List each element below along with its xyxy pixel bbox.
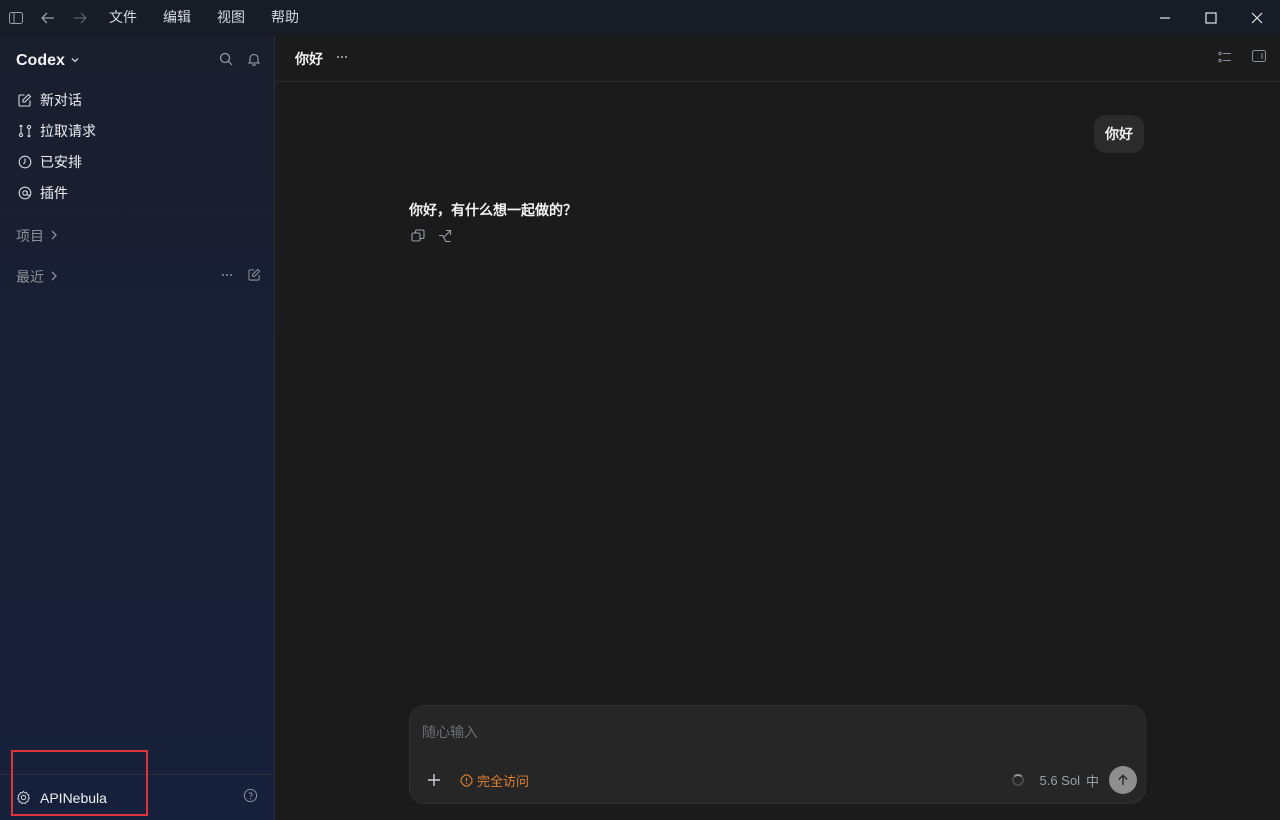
main-panel: 你好 你好 你好，有什么想一起做的？ 随心输入 完全访问 5.6 Sol 中 <box>275 36 1280 820</box>
menu-help[interactable]: 帮助 <box>258 0 312 36</box>
chevron-right-icon <box>50 228 58 244</box>
pull-request-icon <box>17 123 33 139</box>
sidebar-item-plugins[interactable]: 插件 <box>8 177 266 208</box>
title-bar: 文件 编辑 视图 帮助 <box>0 0 1280 36</box>
side-panel-toggle-icon[interactable] <box>1252 50 1266 68</box>
task-list-icon[interactable] <box>1218 50 1232 68</box>
recent-label: 最近 <box>16 270 44 286</box>
composer: 随心输入 完全访问 5.6 Sol 中 <box>409 705 1146 804</box>
message-actions <box>411 229 452 247</box>
more-options-icon[interactable] <box>220 268 234 286</box>
fork-icon[interactable] <box>438 229 452 247</box>
conversation-header: 你好 <box>275 36 1280 82</box>
user-message: 你好 <box>1094 115 1144 153</box>
window-controls <box>1142 0 1280 36</box>
model-selector[interactable]: 5.6 Sol <box>1040 773 1080 788</box>
loading-spinner-icon <box>1011 774 1024 786</box>
access-mode-label: 完全访问 <box>477 774 530 790</box>
search-icon[interactable] <box>219 52 233 70</box>
send-button[interactable] <box>1109 766 1137 794</box>
menu-edit[interactable]: 编辑 <box>150 0 204 36</box>
menu-view[interactable]: 视图 <box>204 0 258 36</box>
projects-section[interactable]: 项目 <box>16 226 261 246</box>
sidebar-item-scheduled[interactable]: 已安排 <box>8 146 266 177</box>
sidebar-toggle-icon[interactable] <box>0 0 32 36</box>
recent-section[interactable]: 最近 <box>16 267 261 287</box>
chevron-right-icon <box>50 269 58 285</box>
menu-file[interactable]: 文件 <box>96 0 150 36</box>
copy-icon[interactable] <box>411 229 425 247</box>
help-icon[interactable] <box>243 788 258 807</box>
clock-icon <box>17 154 33 170</box>
warning-icon <box>460 774 473 787</box>
sidebar-item-label: 已安排 <box>40 154 82 171</box>
effort-selector[interactable]: 中 <box>1086 771 1099 790</box>
minimize-icon[interactable] <box>1142 0 1188 36</box>
sidebar-item-label: 新对话 <box>40 92 82 109</box>
projects-label: 项目 <box>16 229 44 245</box>
sidebar-item-new-chat[interactable]: 新对话 <box>8 84 266 115</box>
sidebar: Codex 新对话 拉取请求 已安排 插件 项目 最近 APINebula <box>0 36 275 820</box>
sidebar-item-label: 插件 <box>40 185 68 202</box>
close-icon[interactable] <box>1234 0 1280 36</box>
message-input[interactable]: 随心输入 <box>422 722 478 742</box>
assistant-message: 你好，有什么想一起做的？ <box>409 203 577 219</box>
sidebar-item-label: 拉取请求 <box>40 123 96 140</box>
bell-icon[interactable] <box>247 52 261 70</box>
back-arrow-icon[interactable] <box>32 0 64 36</box>
chevron-down-icon[interactable] <box>70 53 80 69</box>
plugin-icon <box>17 185 33 201</box>
add-attachment-button[interactable] <box>424 770 444 790</box>
sidebar-nav: 新对话 拉取请求 已安排 插件 <box>8 84 266 208</box>
forward-arrow-icon[interactable] <box>64 0 96 36</box>
new-chat-icon[interactable] <box>248 268 261 286</box>
maximize-icon[interactable] <box>1188 0 1234 36</box>
sidebar-header: Codex <box>16 50 261 72</box>
brand-name[interactable]: Codex <box>16 52 65 70</box>
edit-icon <box>17 92 33 108</box>
highlight-box <box>11 750 148 816</box>
conversation-title: 你好 <box>295 51 323 68</box>
sidebar-item-pull-requests[interactable]: 拉取请求 <box>8 115 266 146</box>
more-options-icon[interactable] <box>335 50 349 68</box>
access-mode-button[interactable]: 完全访问 <box>460 771 529 790</box>
